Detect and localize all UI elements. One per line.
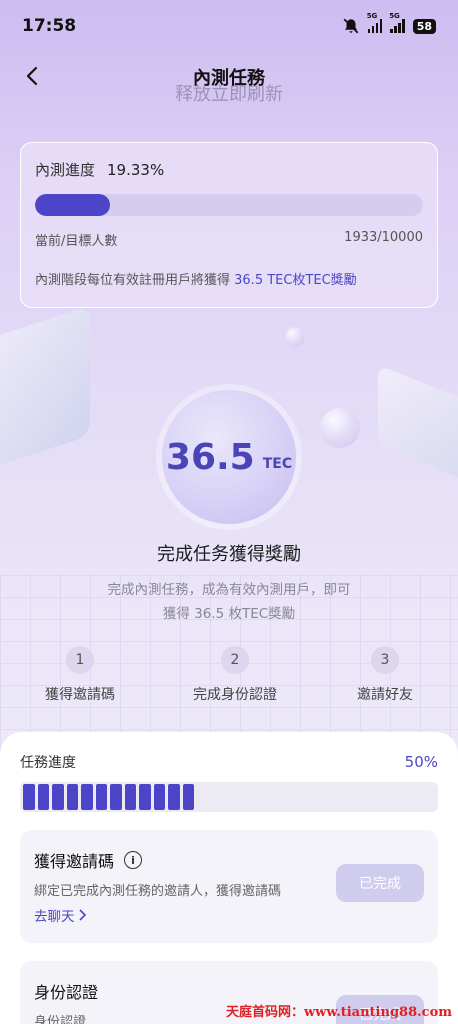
reward-title: 完成任务獲得獎勵 <box>157 544 301 565</box>
task-progress-segment <box>37 784 49 810</box>
beta-progress-card: 內測進度 19.33% 當前/目標人數 1933/10000 內測階段每位有效註… <box>20 142 438 308</box>
task-card-invite-code: 獲得邀請碼 i 綁定已完成內測任務的邀請人，獲得邀請碼 去聊天 已完成 <box>20 830 438 943</box>
beta-count-label: 當前/目標人數 <box>35 234 118 249</box>
task-progress-header: 任務進度 50% <box>20 752 438 772</box>
task-progress-segment <box>124 784 136 810</box>
pull-refresh-hint: 释放立即刷新 <box>175 84 283 105</box>
decor-bubble-large <box>320 408 360 448</box>
signal-label: 5G <box>366 12 378 20</box>
decor-bubble-small <box>285 327 305 347</box>
task-progress-bar <box>20 782 438 812</box>
beta-reward-note-text: 內測階段每位有效註冊用戶將獲得 <box>35 273 235 288</box>
task-progress-segment <box>153 784 165 810</box>
signal-icon: 5G <box>389 12 405 33</box>
reward-unit: TEC <box>262 456 293 472</box>
chevron-right-icon <box>78 909 86 921</box>
completed-button[interactable]: 已完成 <box>336 864 424 902</box>
go-chat-link-text: 去聊天 <box>34 909 75 925</box>
task-sheet: 任務進度 50% 獲得邀請碼 i 綁定已完成內測任務的邀請人，獲得邀請碼 去聊天… <box>0 732 458 1024</box>
task-progress-segment <box>110 784 122 810</box>
beta-progress-label: 內測進度 <box>35 161 96 179</box>
task-progress-segment <box>139 784 151 810</box>
status-icons: 5G 5G 58 <box>342 12 436 35</box>
beta-progress-header: 內測進度 19.33% <box>35 159 423 180</box>
step-label: 獲得邀請碼 <box>45 687 115 703</box>
beta-progress-bar <box>35 194 423 216</box>
step-number: 1 <box>66 646 94 674</box>
task-progress-segment <box>81 784 93 810</box>
task-progress-segment <box>52 784 64 810</box>
task-steps: 1 獲得邀請碼 2 完成身份認證 3 邀請好友 <box>0 646 458 708</box>
task-progress-percent: 50% <box>404 753 438 771</box>
reward-orb: 36.5 TEC <box>162 390 296 524</box>
reward-description-line: 獲得 36.5 枚TEC獎勵 <box>162 606 296 622</box>
beta-count-row: 當前/目標人數 1933/10000 <box>35 230 423 249</box>
beta-reward-note-amount: 36.5 TEC枚TEC獎勵 <box>234 273 357 288</box>
decor-glass-plate-left <box>0 305 90 485</box>
status-time: 17:58 <box>22 16 77 36</box>
go-chat-link[interactable]: 去聊天 <box>34 905 86 925</box>
signal-icon: 5G <box>367 12 383 33</box>
mute-icon <box>343 18 359 34</box>
reward-description: 完成內測任務，成為有效內測用戶，即可 獲得 36.5 枚TEC獎勵 <box>70 578 388 626</box>
task-progress-segment <box>23 784 35 810</box>
decor-glass-plate-right <box>378 364 458 506</box>
status-bar: 17:58 5G 5G 58 <box>0 0 458 52</box>
task-progress-label: 任務進度 <box>20 755 76 771</box>
task-title-text: 身份認證 <box>34 983 99 1002</box>
task-progress-segment <box>182 784 194 810</box>
task-progress-segment <box>66 784 78 810</box>
step-2: 2 完成身份認證 <box>175 646 295 704</box>
task-progress-segment <box>168 784 180 810</box>
beta-count-value: 1933/10000 <box>344 230 423 245</box>
step-label: 邀請好友 <box>357 687 413 703</box>
info-icon[interactable]: i <box>124 851 143 869</box>
beta-reward-note: 內測階段每位有效註冊用戶將獲得 36.5 TEC枚TEC獎勵 <box>35 269 423 288</box>
reward-value: 36.5 <box>165 436 255 478</box>
header: 內測任務 释放立即刷新 <box>0 58 458 105</box>
beta-progress-percent: 19.33% <box>107 161 165 179</box>
step-number: 3 <box>371 646 399 674</box>
step-1: 1 獲得邀請碼 <box>20 646 140 704</box>
signal-label: 5G <box>389 12 400 20</box>
step-label: 完成身份認證 <box>193 687 277 703</box>
step-3: 3 邀請好友 <box>325 646 445 704</box>
task-title-text: 獲得邀請碼 <box>34 852 115 871</box>
site-watermark: 天庭首码网：www.tianting88.com <box>225 1005 452 1020</box>
task-description: 綁定已完成內測任務的邀請人，獲得邀請碼 <box>34 884 282 899</box>
step-number: 2 <box>221 646 249 674</box>
beta-progress-bar-fill <box>35 194 110 216</box>
task-progress-segment <box>95 784 107 810</box>
reward-description-line: 完成內測任務，成為有效內測用戶，即可 <box>107 582 351 598</box>
battery-icon: 58 <box>412 18 436 34</box>
